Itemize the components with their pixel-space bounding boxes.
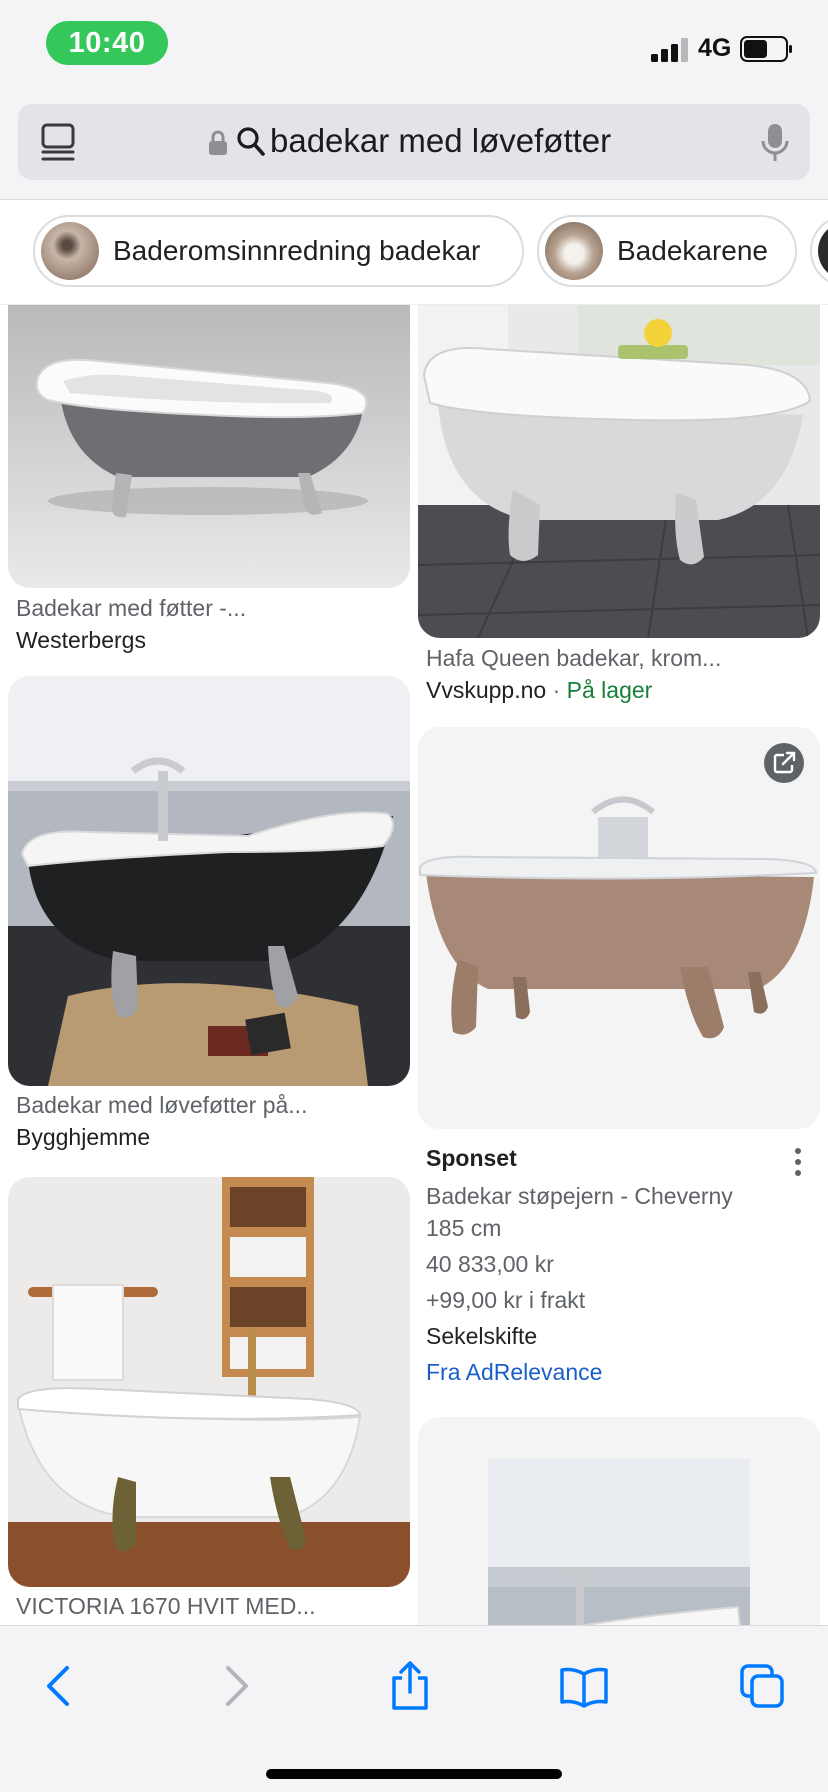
result-title[interactable]: Badekar med føtter -... bbox=[16, 595, 246, 622]
chip-baderomsinnredning-badekar[interactable]: Baderomsinnredning badekar bbox=[33, 215, 524, 287]
chip-label: Badekarene bbox=[617, 235, 769, 266]
bookmarks-button[interactable] bbox=[554, 1656, 614, 1716]
result-card[interactable]: VICTORIA 1670 HVIT MED... bbox=[8, 1177, 410, 1625]
result-source[interactable]: Bygghjemme bbox=[16, 1124, 150, 1151]
result-image[interactable] bbox=[8, 1177, 410, 1587]
related-searches-chips: Baderomsinnredning badekar Badekarene bbox=[0, 201, 828, 305]
result-title-continued[interactable]: 185 cm bbox=[426, 1215, 501, 1242]
chip-thumbnail bbox=[818, 222, 828, 280]
result-title[interactable]: Badekar med løveføtter på... bbox=[16, 1092, 307, 1119]
stock-status: På lager bbox=[566, 677, 653, 703]
forward-button[interactable] bbox=[207, 1656, 267, 1716]
chip-label: Baderomsinnredning badekar bbox=[113, 235, 481, 266]
result-title[interactable]: Hafa Queen badekar, krom... bbox=[426, 645, 721, 672]
result-card[interactable]: Badekar med løveføtter på... Bygghjemme bbox=[8, 676, 410, 1166]
back-button[interactable] bbox=[28, 1656, 88, 1716]
ad-provider-link[interactable]: Fra AdRelevance bbox=[426, 1359, 602, 1386]
back-icon bbox=[47, 1666, 69, 1706]
result-image[interactable] bbox=[418, 727, 820, 1129]
result-card[interactable]: Hafa Queen badekar, krom... Vvskupp.no ·… bbox=[418, 305, 820, 715]
result-image[interactable] bbox=[418, 305, 820, 638]
bookmarks-icon bbox=[560, 1667, 608, 1708]
search-icon bbox=[237, 127, 265, 156]
share-button[interactable] bbox=[380, 1656, 440, 1716]
tabs-icon[interactable] bbox=[40, 122, 76, 162]
share-icon bbox=[392, 1661, 428, 1710]
lock-icon bbox=[209, 130, 227, 155]
result-card[interactable] bbox=[418, 1417, 820, 1625]
browser-toolbar bbox=[0, 1625, 828, 1792]
result-seller[interactable]: Sekelskifte bbox=[426, 1323, 537, 1350]
result-shipping: +99,00 kr i frakt bbox=[426, 1287, 586, 1313]
network-type: 4G bbox=[698, 34, 732, 62]
forward-icon bbox=[226, 1666, 248, 1706]
browser-top-bar: 10:40 4G badekar med løveføtter bbox=[0, 0, 828, 200]
result-image[interactable] bbox=[8, 305, 410, 588]
tabs-overview-icon bbox=[740, 1664, 784, 1708]
chip-more[interactable] bbox=[810, 215, 828, 287]
result-title[interactable]: VICTORIA 1670 HVIT MED... bbox=[16, 1593, 316, 1620]
more-options-icon[interactable] bbox=[792, 1147, 804, 1177]
open-external-icon[interactable] bbox=[764, 743, 804, 783]
status-time: 10:40 bbox=[46, 21, 168, 65]
sponsored-label: Sponset bbox=[426, 1145, 517, 1171]
result-image[interactable] bbox=[8, 676, 410, 1086]
result-title[interactable]: Badekar støpejern - Cheverny bbox=[426, 1183, 733, 1210]
mic-icon[interactable] bbox=[760, 122, 790, 164]
result-price: 40 833,00 kr bbox=[426, 1251, 554, 1277]
search-query[interactable]: badekar med løveføtter bbox=[270, 122, 611, 160]
home-indicator bbox=[266, 1769, 562, 1779]
chip-thumbnail bbox=[41, 222, 99, 280]
chip-thumbnail bbox=[545, 222, 603, 280]
battery-icon bbox=[740, 36, 792, 62]
cellular-signal-icon bbox=[651, 38, 688, 62]
image-results-grid: Badekar med føtter -... Westerbergs Hafa… bbox=[0, 305, 828, 1625]
tabs-overview-button[interactable] bbox=[732, 1656, 792, 1716]
chip-badekarene[interactable]: Badekarene bbox=[537, 215, 797, 287]
address-bar[interactable]: badekar med løveføtter bbox=[18, 104, 810, 180]
result-source[interactable]: Vvskupp.no · På lager bbox=[426, 677, 652, 704]
result-source[interactable]: Westerbergs bbox=[16, 627, 146, 654]
result-image[interactable] bbox=[418, 1417, 820, 1625]
result-card[interactable]: Badekar med føtter -... Westerbergs bbox=[8, 305, 410, 665]
sponsored-result-card[interactable]: Sponset Badekar støpejern - Cheverny 185… bbox=[418, 727, 820, 1327]
